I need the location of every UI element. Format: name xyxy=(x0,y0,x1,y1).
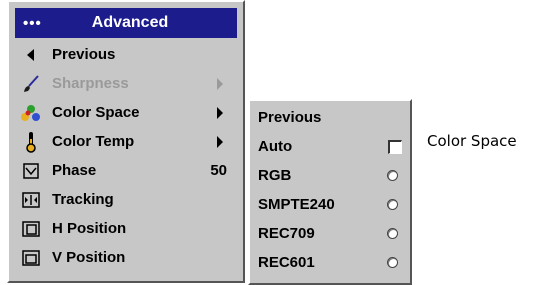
thermometer-icon xyxy=(18,131,44,153)
submenu-item-rgb[interactable]: RGB xyxy=(258,161,406,190)
brush-icon xyxy=(18,73,44,95)
menu-item-label: H Position xyxy=(52,220,127,237)
smpte240-radio[interactable] xyxy=(387,199,398,210)
menu-item-h-position[interactable]: H Position xyxy=(15,214,237,243)
rgb-radio[interactable] xyxy=(387,170,398,181)
auto-checkbox[interactable] xyxy=(388,139,402,154)
menu-item-color-space[interactable]: Color Space xyxy=(15,98,237,127)
advanced-menu: ••• Advanced Previous Sharpness Color Sp… xyxy=(7,0,245,283)
menu-item-label: Color Temp xyxy=(52,133,135,150)
menu-item-label: Previous xyxy=(52,46,116,63)
rec601-radio[interactable] xyxy=(387,257,398,268)
phase-value: 50 xyxy=(210,162,227,179)
menu-header: ••• Advanced xyxy=(15,8,237,38)
menu-item-label: Color Space xyxy=(52,104,140,121)
submenu-item-label: Previous xyxy=(258,109,322,126)
color-dots-icon xyxy=(18,102,44,124)
left-triangle-icon xyxy=(18,44,44,66)
tracking-icon xyxy=(18,189,44,211)
submenu-item-label: REC709 xyxy=(258,225,315,242)
menu-item-sharpness[interactable]: Sharpness xyxy=(15,69,237,98)
submenu-item-label: REC601 xyxy=(258,254,315,271)
menu-item-label: V Position xyxy=(52,249,126,266)
submenu-arrow-icon xyxy=(215,77,225,91)
menu-item-v-position[interactable]: V Position xyxy=(15,243,237,272)
color-space-submenu: Previous Auto RGB SMPTE240 REC709 REC601 xyxy=(248,99,412,285)
submenu-item-auto[interactable]: Auto xyxy=(258,132,406,161)
menu-item-label: Tracking xyxy=(52,191,114,208)
v-position-icon xyxy=(18,247,44,269)
submenu-item-smpte240[interactable]: SMPTE240 xyxy=(258,190,406,219)
menu-item-label: Sharpness xyxy=(52,75,129,92)
submenu-item-label: RGB xyxy=(258,167,292,184)
menu-item-color-temp[interactable]: Color Temp xyxy=(15,127,237,156)
phase-icon xyxy=(18,160,44,182)
submenu-arrow-icon xyxy=(215,106,225,120)
menu-title: Advanced xyxy=(91,14,169,31)
submenu-item-rec709[interactable]: REC709 xyxy=(258,219,406,248)
menu-item-tracking[interactable]: Tracking xyxy=(15,185,237,214)
menu-item-label: Phase xyxy=(52,162,97,179)
submenu-item-previous[interactable]: Previous xyxy=(258,103,406,132)
menu-item-phase[interactable]: Phase 50 xyxy=(15,156,237,185)
rec709-radio[interactable] xyxy=(387,228,398,239)
color-space-caption: Color Space xyxy=(427,132,517,150)
submenu-item-label: Auto xyxy=(258,138,293,155)
submenu-item-label: SMPTE240 xyxy=(258,196,335,213)
menu-item-previous[interactable]: Previous xyxy=(15,40,237,69)
menu-dots: ••• xyxy=(23,14,42,32)
submenu-item-rec601[interactable]: REC601 xyxy=(258,248,406,277)
submenu-arrow-icon xyxy=(215,135,225,149)
h-position-icon xyxy=(18,218,44,240)
